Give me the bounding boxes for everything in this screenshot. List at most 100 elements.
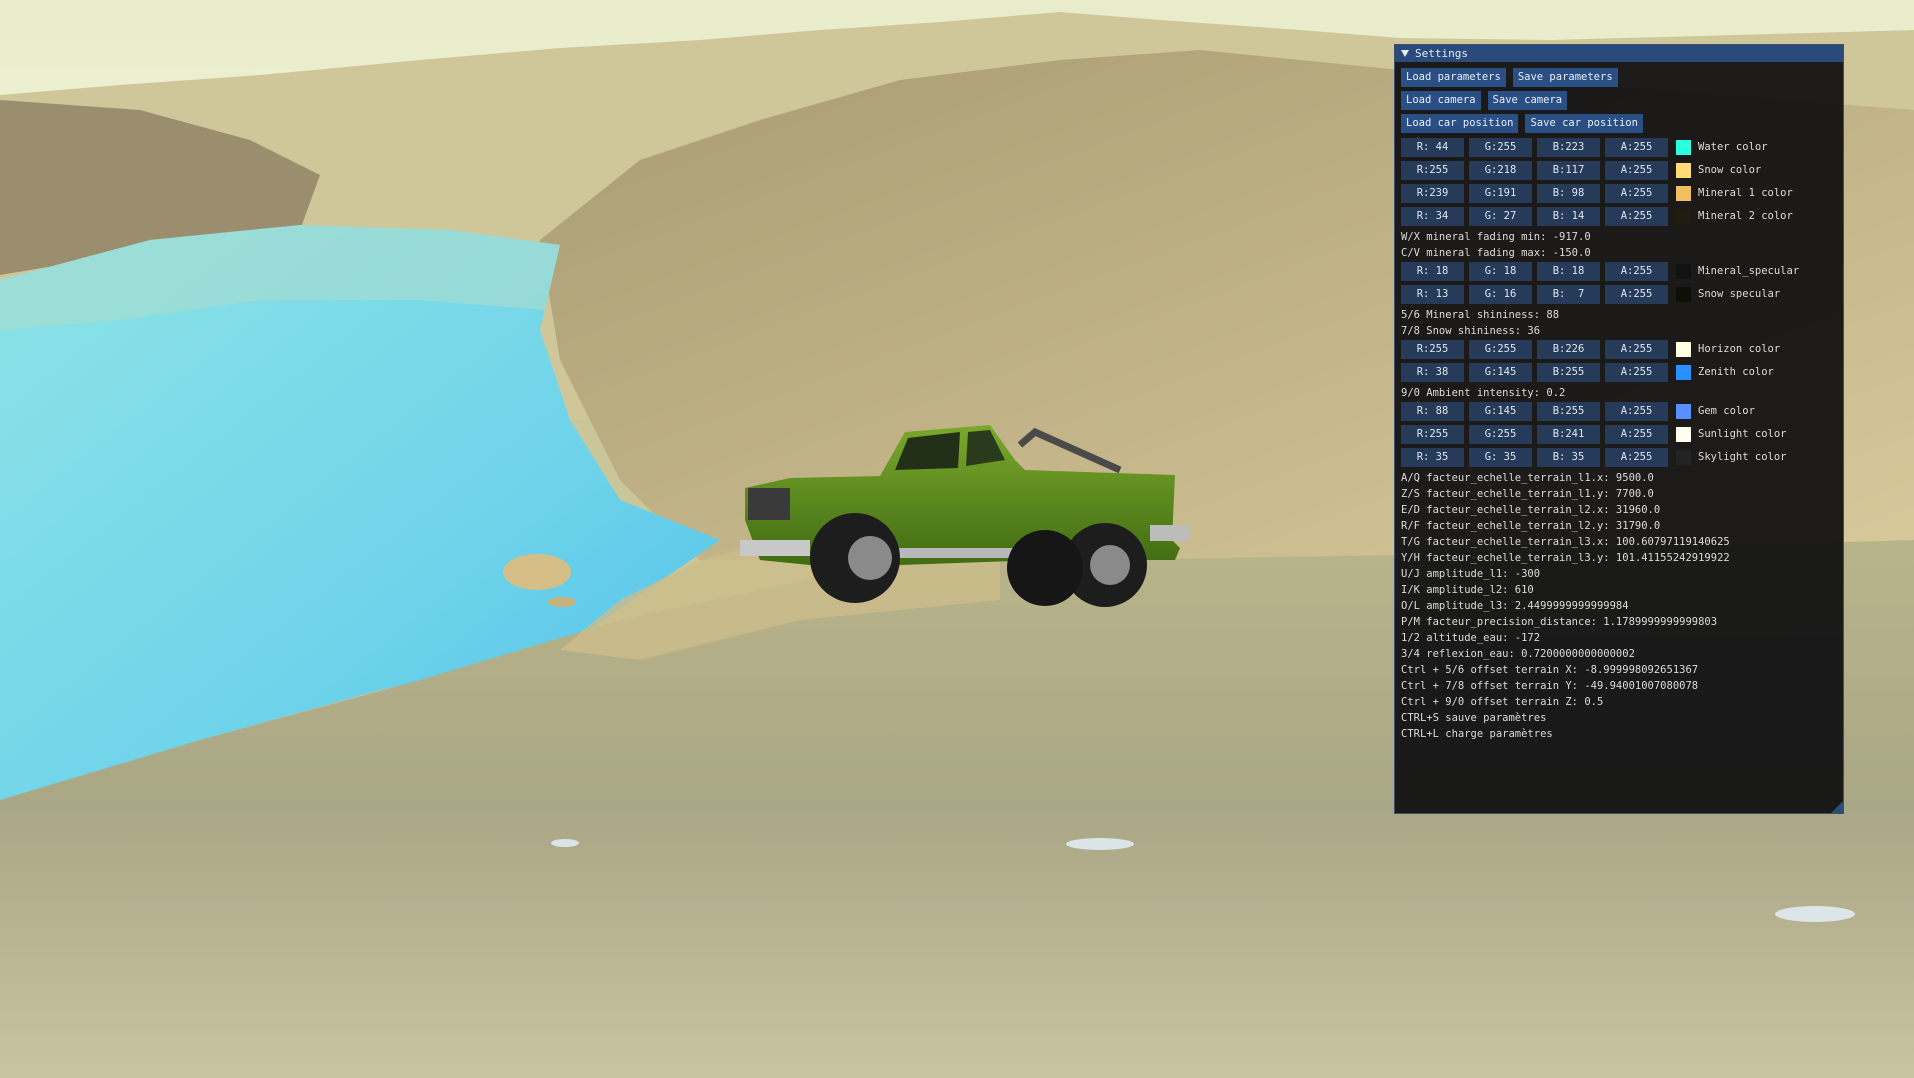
mineral-1-color-swatch[interactable] — [1675, 184, 1692, 202]
mineral-2-color-g-field[interactable]: G: 27 — [1469, 206, 1532, 226]
zenith-color-a-field[interactable]: A:255 — [1605, 362, 1668, 382]
mineral-2-color-b-field[interactable]: B: 14 — [1537, 206, 1600, 226]
sunlight-color-label: Sunlight color — [1698, 428, 1787, 440]
mineral-specular-a-field[interactable]: A:255 — [1605, 261, 1668, 281]
snow-specular-a-field[interactable]: A:255 — [1605, 284, 1668, 304]
settings-panel[interactable]: Settings Load parameters Save parameters L… — [1394, 44, 1844, 814]
parameter-text: 7/8 Snow shininess: 36 — [1401, 325, 1541, 337]
parameter-text: 3/4 reflexion_eau: 0.7200000000000002 — [1401, 648, 1635, 660]
parameter-text: T/G facteur_echelle_terrain_l3.x: 100.60… — [1401, 536, 1730, 548]
zenith-color-b-field[interactable]: B:255 — [1537, 362, 1600, 382]
parameter-text: Z/S facteur_echelle_terrain_l1.y: 7700.0 — [1401, 488, 1654, 500]
mineral-specular-swatch[interactable] — [1675, 262, 1692, 280]
zenith-color-swatch[interactable] — [1675, 363, 1692, 381]
mineral-specular-b-field[interactable]: B: 18 — [1537, 261, 1600, 281]
water-color-r-field[interactable]: R: 44 — [1401, 137, 1464, 157]
snow-color-r-field[interactable]: R:255 — [1401, 160, 1464, 180]
horizon-color-g-field[interactable]: G:255 — [1469, 339, 1532, 359]
load-camera-button[interactable]: Load camera — [1401, 91, 1481, 110]
rear-bumper — [1150, 525, 1190, 541]
mineral-2-color-r-field[interactable]: R: 34 — [1401, 206, 1464, 226]
snow-specular-g-field[interactable]: G: 16 — [1469, 284, 1532, 304]
mineral-2-color-swatch[interactable] — [1675, 207, 1692, 225]
parameter-text: R/F facteur_echelle_terrain_l2.y: 31790.… — [1401, 520, 1661, 532]
horizon-color-swatch[interactable] — [1675, 340, 1692, 358]
parameter-text: P/M facteur_precision_distance: 1.178999… — [1401, 616, 1718, 628]
sunlight-color-swatch[interactable] — [1675, 425, 1692, 443]
gem-color-a-field[interactable]: A:255 — [1605, 401, 1668, 421]
water-color-swatch[interactable] — [1675, 138, 1692, 156]
snow-specular-r-field[interactable]: R: 13 — [1401, 284, 1464, 304]
skylight-color-a-field[interactable]: A:255 — [1605, 447, 1668, 467]
hub-rear — [1090, 545, 1130, 585]
snow-color-label: Snow color — [1698, 164, 1762, 176]
sunlight-color-g-field[interactable]: G:255 — [1469, 424, 1532, 444]
water-color-b-field[interactable]: B:223 — [1537, 137, 1600, 157]
parameter-text: Y/H facteur_echelle_terrain_l3.y: 101.41… — [1401, 552, 1730, 564]
snow-specular-b-field[interactable]: B: 7 — [1537, 284, 1600, 304]
parameter-text: I/K amplitude_l2: 610 — [1401, 584, 1534, 596]
horizon-color-a-field[interactable]: A:255 — [1605, 339, 1668, 359]
collapse-triangle-icon[interactable] — [1401, 50, 1409, 57]
horizon-color-r-field[interactable]: R:255 — [1401, 339, 1464, 359]
save-car-position-button[interactable]: Save car position — [1525, 114, 1643, 133]
resize-grip-icon[interactable] — [1831, 801, 1843, 813]
front-bumper — [740, 540, 810, 556]
parameter-text: O/L amplitude_l3: 2.4499999999999984 — [1401, 600, 1629, 612]
load-parameters-button[interactable]: Load parameters — [1401, 68, 1506, 87]
snow-color-swatch[interactable] — [1675, 161, 1692, 179]
gem-color-b-field[interactable]: B:255 — [1537, 401, 1600, 421]
mineral-1-color-r-field[interactable]: R:239 — [1401, 183, 1464, 203]
gem-sparkle — [1066, 838, 1134, 850]
water-color-g-field[interactable]: G:255 — [1469, 137, 1532, 157]
skylight-color-g-field[interactable]: G: 35 — [1469, 447, 1532, 467]
mineral-specular-g-field[interactable]: G: 18 — [1469, 261, 1532, 281]
settings-header[interactable]: Settings — [1395, 45, 1843, 62]
zenith-color-g-field[interactable]: G:145 — [1469, 362, 1532, 382]
skylight-color-row: R: 35 G: 35 B: 35 A:255 Skylight color — [1401, 447, 1837, 467]
skylight-color-r-field[interactable]: R: 35 — [1401, 447, 1464, 467]
save-camera-button[interactable]: Save camera — [1487, 91, 1568, 110]
load-car-position-button[interactable]: Load car position — [1401, 114, 1519, 133]
horizon-color-b-field[interactable]: B:226 — [1537, 339, 1600, 359]
save-parameters-button[interactable]: Save parameters — [1512, 68, 1618, 87]
parameter-text: C/V mineral fading max: -150.0 — [1401, 247, 1591, 259]
snow-color-a-field[interactable]: A:255 — [1605, 160, 1668, 180]
rock-island — [503, 554, 571, 590]
mineral-1-color-a-field[interactable]: A:255 — [1605, 183, 1668, 203]
sunlight-color-row: R:255 G:255 B:241 A:255 Sunlight color — [1401, 424, 1837, 444]
parameter-text: CTRL+S sauve paramètres — [1401, 712, 1547, 724]
gem-sparkle — [551, 839, 579, 847]
snow-color-b-field[interactable]: B:117 — [1537, 160, 1600, 180]
gem-sparkle — [1775, 906, 1855, 922]
rock-island-small — [548, 597, 576, 607]
sunlight-color-b-field[interactable]: B:241 — [1537, 424, 1600, 444]
skylight-color-swatch[interactable] — [1675, 448, 1692, 466]
hub-front — [848, 536, 892, 580]
parameter-text: Ctrl + 9/0 offset terrain Z: 0.5 — [1401, 696, 1604, 708]
gem-color-label: Gem color — [1698, 405, 1755, 417]
gem-color-r-field[interactable]: R: 88 — [1401, 401, 1464, 421]
gem-color-g-field[interactable]: G:145 — [1469, 401, 1532, 421]
skylight-color-label: Skylight color — [1698, 451, 1787, 463]
parameter-text: Ctrl + 5/6 offset terrain X: -8.99999809… — [1401, 664, 1699, 676]
mineral-1-color-b-field[interactable]: B: 98 — [1537, 183, 1600, 203]
water-color-a-field[interactable]: A:255 — [1605, 137, 1668, 157]
truck-grille — [748, 488, 790, 520]
snow-specular-swatch[interactable] — [1675, 285, 1692, 303]
sunlight-color-a-field[interactable]: A:255 — [1605, 424, 1668, 444]
gem-color-swatch[interactable] — [1675, 402, 1692, 420]
snow-specular-label: Snow specular — [1698, 288, 1781, 300]
mineral-specular-r-field[interactable]: R: 18 — [1401, 261, 1464, 281]
mineral-1-color-g-field[interactable]: G:191 — [1469, 183, 1532, 203]
parameter-text: 1/2 altitude_eau: -172 — [1401, 632, 1541, 644]
horizon-color-row: R:255 G:255 B:226 A:255 Horizon color — [1401, 339, 1837, 359]
mineral-2-color-a-field[interactable]: A:255 — [1605, 206, 1668, 226]
gem-color-row: R: 88 G:145 B:255 A:255 Gem color — [1401, 401, 1837, 421]
sunlight-color-r-field[interactable]: R:255 — [1401, 424, 1464, 444]
parameter-text: U/J amplitude_l1: -300 — [1401, 568, 1541, 580]
button-row: Load camera Save camera — [1401, 91, 1837, 110]
skylight-color-b-field[interactable]: B: 35 — [1537, 447, 1600, 467]
snow-color-g-field[interactable]: G:218 — [1469, 160, 1532, 180]
zenith-color-r-field[interactable]: R: 38 — [1401, 362, 1464, 382]
